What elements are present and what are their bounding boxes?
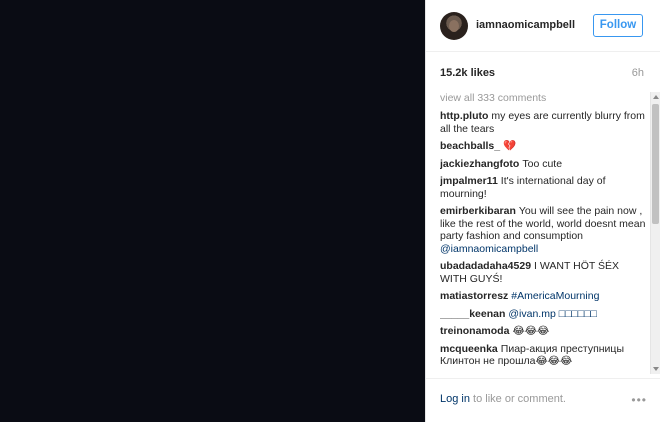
- comment-username[interactable]: jackiezhangfoto: [440, 158, 519, 170]
- follow-button[interactable]: Follow: [593, 14, 643, 37]
- comment-mention-link[interactable]: @ivan.mp □□□□□□: [508, 308, 596, 320]
- avatar[interactable]: [440, 12, 468, 40]
- login-link[interactable]: Log in: [440, 393, 470, 405]
- comments-scrollbar[interactable]: [650, 92, 660, 374]
- comments-list: view all 333 comments http.pluto my eyes …: [440, 92, 648, 374]
- comment-username[interactable]: beachballs_: [440, 140, 500, 152]
- comment-item: jackiezhangfoto Too cute: [440, 158, 648, 171]
- login-prompt: Log in to like or comment.: [440, 393, 566, 405]
- comment-username[interactable]: ubadadadaha4529: [440, 260, 531, 272]
- view-all-comments-link[interactable]: view all 333 comments: [440, 92, 648, 104]
- comment-username[interactable]: mcqueenka: [440, 343, 498, 355]
- scrollbar-thumb[interactable]: [652, 104, 659, 224]
- comment-item: jmpalmer11 It's international day of mour…: [440, 175, 648, 200]
- comment-item: http.pluto my eyes are currently blurry f…: [440, 110, 648, 135]
- post-image[interactable]: [0, 0, 425, 422]
- comment-text: Too cute: [522, 157, 563, 170]
- scroll-up-icon[interactable]: [653, 95, 659, 99]
- comment-username[interactable]: jmpalmer11: [440, 175, 498, 187]
- comment-item: emirberkibaran You will see the pain now …: [440, 205, 648, 255]
- comment-item: _____keenan @ivan.mp □□□□□□: [440, 308, 648, 321]
- post-sidebar: iamnaomicampbell Follow 15.2k likes 6h v…: [425, 0, 660, 422]
- login-prompt-text: to like or comment.: [469, 393, 566, 405]
- post-timestamp[interactable]: 6h: [632, 67, 644, 79]
- comment-text: 😂😂😂: [512, 325, 550, 337]
- comment-item: ubadadadaha4529 I WANT HÖT ŚÉX WITH GUYŚ!: [440, 260, 648, 285]
- more-options-icon[interactable]: •••: [631, 393, 647, 407]
- author-username[interactable]: iamnaomicampbell: [476, 19, 575, 31]
- comment-item: beachballs_ 💔: [440, 140, 648, 153]
- instagram-post-viewer: iamnaomicampbell Follow 15.2k likes 6h v…: [0, 0, 660, 422]
- comment-item: treinonamoda 😂😂😂: [440, 325, 648, 338]
- comment-item: matiastorresz #AmericaMourning: [440, 290, 648, 303]
- comment-username[interactable]: http.pluto: [440, 110, 488, 122]
- comment-username[interactable]: _____keenan: [440, 308, 505, 320]
- comment-username[interactable]: treinonamoda: [440, 325, 509, 337]
- comment-username[interactable]: matiastorresz: [440, 290, 508, 302]
- scroll-down-icon[interactable]: [653, 367, 659, 371]
- post-header: iamnaomicampbell Follow: [426, 0, 660, 52]
- comment-hashtag-link[interactable]: #AmericaMourning: [511, 290, 599, 302]
- comment-text: 💔: [503, 140, 517, 152]
- post-footer: Log in to like or comment. •••: [426, 378, 660, 422]
- likes-count[interactable]: 15.2k likes: [440, 67, 495, 79]
- comment-username[interactable]: emirberkibaran: [440, 205, 516, 217]
- comment-item: mcqueenka Пиар-акция преступницы Клинтон …: [440, 343, 648, 368]
- comment-mention-link[interactable]: @iamnaomicampbell: [440, 243, 538, 255]
